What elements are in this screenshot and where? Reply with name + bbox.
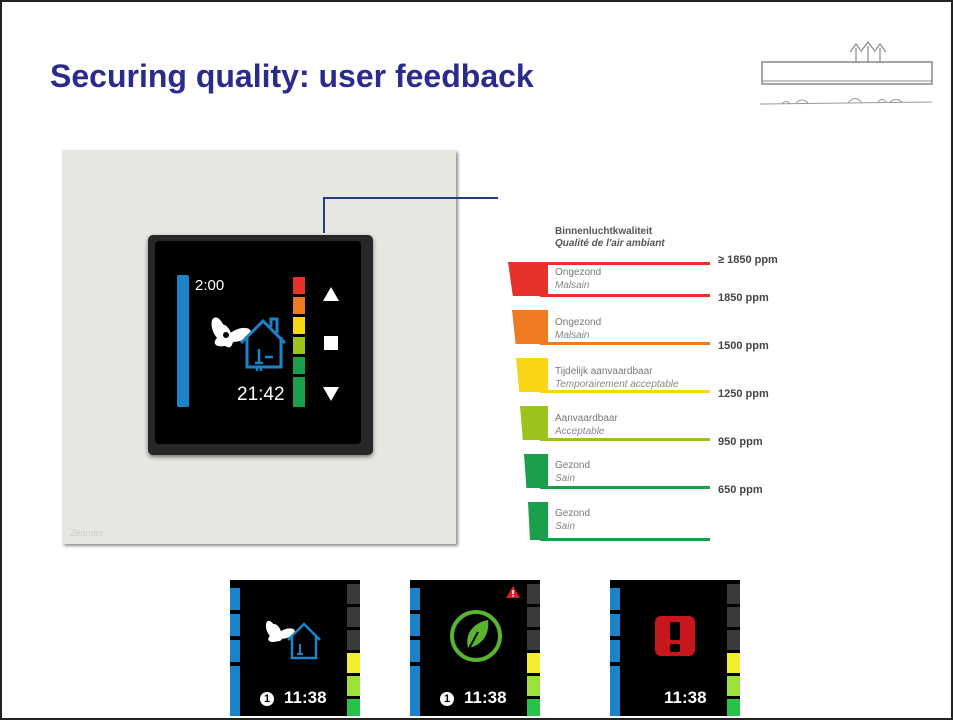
stop-square-icon[interactable] bbox=[324, 336, 338, 350]
alert-exclamation-icon bbox=[655, 616, 695, 656]
level-lime bbox=[727, 676, 740, 696]
legend-heading-nl: Binnenluchtkwaliteit bbox=[555, 226, 653, 237]
level-gray bbox=[727, 607, 740, 627]
ventilation-level-bar bbox=[230, 614, 240, 636]
level-gray bbox=[527, 630, 540, 650]
warning-triangle-icon bbox=[506, 586, 520, 598]
ventilation-level-bar bbox=[230, 666, 240, 716]
level-yellow bbox=[293, 317, 305, 334]
level-green bbox=[347, 699, 360, 716]
level-lime bbox=[293, 337, 305, 354]
band-ppm: 650 ppm bbox=[718, 484, 763, 496]
band-label-fr: Malsain bbox=[555, 330, 590, 341]
band-ppm: 1250 ppm bbox=[718, 388, 769, 400]
mini-time: 11:38 bbox=[664, 688, 707, 707]
band-line-orange bbox=[540, 342, 710, 345]
arrow-down-icon[interactable] bbox=[323, 387, 339, 401]
mini-screen-alert: 11:38 bbox=[610, 580, 740, 716]
mini-screen-eco: 1 11:38 bbox=[410, 580, 540, 716]
ventilation-level-bar bbox=[230, 640, 240, 662]
band-line-green bbox=[540, 486, 710, 489]
level-yellow bbox=[347, 653, 360, 673]
ventilation-level-bar bbox=[610, 640, 620, 662]
band-label-nl: Ongezond bbox=[555, 317, 602, 328]
info-icon[interactable]: 1 bbox=[440, 692, 454, 706]
band-label-fr: Malsain bbox=[555, 280, 590, 291]
ventilation-level-bar bbox=[410, 666, 420, 716]
level-lime bbox=[527, 676, 540, 696]
ventilation-level-bar bbox=[410, 588, 420, 610]
control-screen: 2:00 21:42 bbox=[155, 241, 361, 444]
level-yellow bbox=[727, 653, 740, 673]
ventilation-level-bar bbox=[610, 614, 620, 636]
eco-leaf-plug-icon bbox=[450, 610, 502, 662]
legend-heading-fr: Qualité de l'air ambiant bbox=[555, 238, 665, 249]
slide-title: Securing quality: user feedback bbox=[50, 58, 534, 94]
level-gray bbox=[347, 630, 360, 650]
band-ppm: 1850 ppm bbox=[718, 292, 769, 304]
level-gray bbox=[527, 607, 540, 627]
device-photo: 2:00 21:42 Zehnder bbox=[62, 150, 456, 544]
level-red bbox=[293, 277, 305, 294]
top-threshold: ≥ 1850 ppm bbox=[718, 254, 778, 266]
band-label-nl: Gezond bbox=[555, 508, 591, 519]
fan-house-icon bbox=[265, 620, 321, 660]
house-sketch-logo bbox=[759, 41, 933, 105]
level-gray bbox=[527, 584, 540, 604]
photo-credit: Zehnder bbox=[70, 528, 104, 538]
level-green bbox=[527, 699, 540, 716]
band-color-orange bbox=[512, 310, 548, 344]
fan-house-icon bbox=[211, 317, 287, 371]
band-color-lime bbox=[520, 406, 548, 440]
band-label-fr: Sain bbox=[555, 473, 576, 484]
mini-time: 11:38 bbox=[464, 688, 507, 707]
level-gray bbox=[727, 584, 740, 604]
level-gray bbox=[347, 607, 360, 627]
band-label-fr: Temporairement acceptable bbox=[555, 379, 679, 390]
band-line-yellow bbox=[540, 390, 710, 393]
clock-display: 21:42 bbox=[237, 384, 285, 405]
band-label-nl: Tijdelijk aanvaardbaar bbox=[555, 366, 653, 377]
band-label-nl: Ongezond bbox=[555, 267, 602, 278]
connector-line-horizontal bbox=[323, 197, 498, 199]
band-ppm: 950 ppm bbox=[718, 436, 763, 448]
arrow-up-icon[interactable] bbox=[323, 287, 339, 301]
ventilation-level-bar bbox=[177, 275, 189, 407]
level-orange bbox=[293, 297, 305, 314]
band-label-nl: Aanvaardbaar bbox=[555, 413, 618, 424]
house-icon bbox=[239, 317, 287, 369]
mini-time: 11:38 bbox=[284, 688, 327, 707]
band-label-fr: Sain bbox=[555, 521, 576, 532]
band-color-green-2 bbox=[528, 502, 548, 540]
band-color-green bbox=[524, 454, 548, 488]
ventilation-level-bar bbox=[230, 588, 240, 610]
band-line-red-top bbox=[540, 262, 710, 265]
level-green bbox=[727, 699, 740, 716]
connector-line-vertical bbox=[323, 197, 325, 233]
band-color-red bbox=[508, 262, 548, 296]
info-icon[interactable]: 1 bbox=[260, 692, 274, 706]
level-green-1 bbox=[293, 357, 305, 374]
ventilation-level-bar bbox=[410, 614, 420, 636]
band-line-green-2 bbox=[540, 538, 710, 541]
band-ppm: 1500 ppm bbox=[718, 340, 769, 352]
band-label-nl: Gezond bbox=[555, 460, 591, 471]
level-gray bbox=[727, 630, 740, 650]
ventilation-level-bar bbox=[410, 640, 420, 662]
band-color-yellow bbox=[516, 358, 548, 392]
level-yellow bbox=[527, 653, 540, 673]
level-gray bbox=[347, 584, 360, 604]
control-panel: 2:00 21:42 bbox=[148, 235, 373, 455]
timer-display: 2:00 bbox=[195, 277, 225, 294]
ventilation-level-bar bbox=[610, 666, 620, 716]
ventilation-level-bar bbox=[610, 588, 620, 610]
level-green-2 bbox=[293, 377, 305, 407]
mini-screen-normal: 1 11:38 bbox=[230, 580, 360, 716]
band-line-red bbox=[540, 294, 710, 297]
band-label-fr: Acceptable bbox=[555, 426, 605, 437]
level-lime bbox=[347, 676, 360, 696]
band-line-lime bbox=[540, 438, 710, 441]
